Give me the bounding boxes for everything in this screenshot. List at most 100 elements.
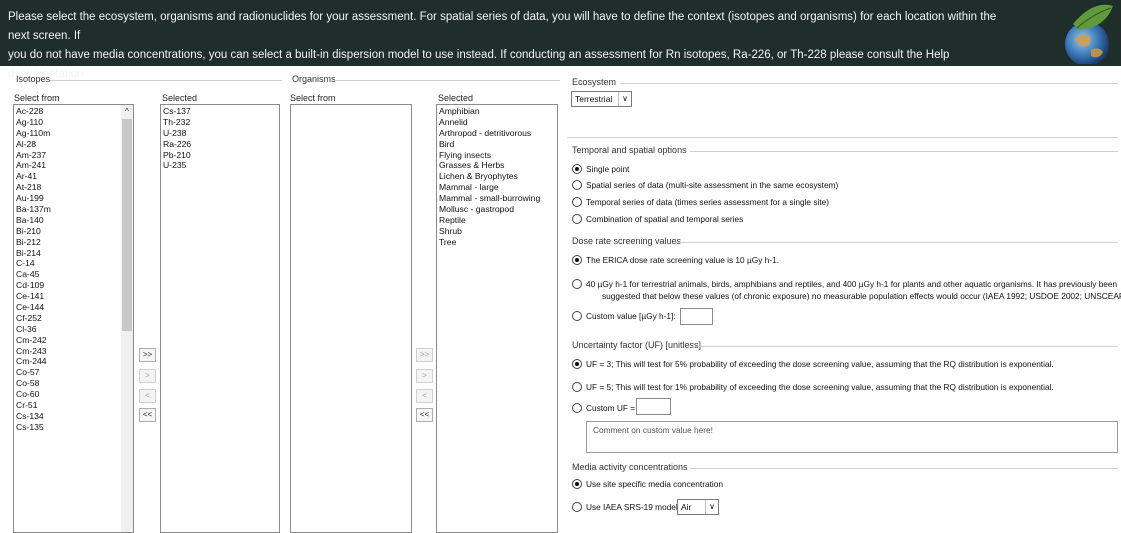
isotope-list-item[interactable]: Au-199 (16, 193, 131, 204)
temporal-group-line (690, 151, 1118, 152)
selected-isotope-item[interactable]: U-235 (163, 160, 277, 171)
isotopes-add-button[interactable]: > (139, 369, 156, 383)
custom-uf-input[interactable] (636, 398, 671, 415)
dose-group-line (675, 242, 1118, 243)
isotopes-available-scrollbar[interactable]: ^ (121, 105, 133, 532)
custom-uf-radio[interactable] (572, 403, 582, 413)
isotopes-selected-list[interactable]: Cs-137 Th-232 U-238 Ra-226 Pb-210 U-235 (160, 104, 280, 533)
instruction-banner: Please select the ecosystem, organisms a… (0, 0, 1121, 80)
isotope-list-item[interactable]: Am-241 (16, 160, 131, 171)
uncertainty-group-title: Uncertainty factor (UF) [unitless] (570, 340, 704, 350)
media-iaea-model-radio[interactable] (572, 502, 582, 512)
selected-isotope-item[interactable]: Ra-226 (163, 139, 277, 150)
ecosystem-select-value: Terrestrial (575, 94, 613, 104)
organisms-selected-label: Selected (438, 93, 474, 103)
dose-erica-radio[interactable] (572, 255, 582, 265)
selected-isotope-item[interactable]: Cs-137 (163, 106, 277, 117)
isotope-list-item[interactable]: Cm-242 (16, 335, 131, 346)
uf-comment-textarea[interactable]: Comment on custom value here! (586, 421, 1118, 453)
temporal-option-label: Combination of spatial and temporal seri… (586, 214, 744, 224)
selected-organism-item[interactable]: Grasses & Herbs (439, 160, 555, 171)
selected-organism-item[interactable]: Tree (439, 237, 555, 248)
scrollbar-thumb[interactable] (122, 119, 132, 331)
isotopes-group-line (50, 80, 282, 81)
isotope-list-item[interactable]: Ce-141 (16, 291, 131, 302)
isotope-list-item[interactable]: Bi-212 (16, 237, 131, 248)
isotope-list-item[interactable]: Co-57 (16, 367, 131, 378)
selected-organism-item[interactable]: Mollusc - gastropod (439, 204, 555, 215)
uf3-radio[interactable] (572, 359, 582, 369)
isotopes-remove-all-button[interactable]: << (139, 408, 156, 422)
selected-organism-item[interactable]: Reptile (439, 215, 555, 226)
media-model-select-value: Air (681, 502, 692, 512)
organisms-add-all-button[interactable]: >> (416, 348, 433, 362)
isotope-list-item[interactable]: Cm-243 (16, 346, 131, 357)
media-site-specific-radio[interactable] (572, 479, 582, 489)
temporal-temporal-series-radio[interactable] (572, 197, 582, 207)
isotopes-available-list[interactable]: Ac-228 Ag-110 Ag-110m Al-28 Am-237 Am-241 Ar-4… (13, 104, 134, 533)
dose-custom-radio[interactable] (572, 311, 582, 321)
organisms-available-list[interactable] (290, 104, 412, 533)
ecosystem-select[interactable]: Terrestrial ∨ (571, 91, 632, 107)
selected-organism-item[interactable]: Lichen & Bryophytes (439, 171, 555, 182)
selected-organism-item[interactable]: Annelid (439, 117, 555, 128)
isotope-list-item[interactable]: Ca-45 (16, 269, 131, 280)
isotope-list-item[interactable]: Bi-214 (16, 248, 131, 259)
isotope-list-item[interactable]: Cm-244 (16, 356, 131, 367)
selected-organism-item[interactable]: Shrub (439, 226, 555, 237)
isotope-list-item[interactable]: Cl-36 (16, 324, 131, 335)
isotopes-remove-button[interactable]: < (139, 389, 156, 403)
isotope-list-item[interactable]: Al-28 (16, 139, 131, 150)
organisms-selected-list[interactable]: Amphibian Annelid Arthropod - detritivorou… (436, 104, 558, 533)
organisms-remove-all-button[interactable]: << (416, 408, 433, 422)
temporal-group-title: Temporal and spatial options (570, 145, 689, 155)
organisms-group-line (334, 80, 560, 81)
isotope-list-item[interactable]: Am-237 (16, 150, 131, 161)
temporal-spatial-series-radio[interactable] (572, 180, 582, 190)
selected-isotope-item[interactable]: Pb-210 (163, 150, 277, 161)
dose-custom-value-input[interactable] (680, 308, 713, 325)
isotope-list-item[interactable]: Cs-134 (16, 411, 131, 422)
dose-group-title: Dose rate screening values (570, 236, 684, 246)
isotope-list-item[interactable]: Cr-51 (16, 400, 131, 411)
isotopes-add-all-button[interactable]: >> (139, 348, 156, 362)
isotope-list-item[interactable]: Ag-110m (16, 128, 131, 139)
temporal-single-point-radio[interactable] (572, 164, 582, 174)
media-model-select[interactable]: Air ∨ (677, 499, 719, 515)
selected-organism-item[interactable]: Bird (439, 139, 555, 150)
organisms-add-button[interactable]: > (416, 369, 433, 383)
isotope-list-item[interactable]: Ac-228 (16, 106, 131, 117)
selected-organism-item[interactable]: Mammal - small-burrowing (439, 193, 555, 204)
isotope-list-item[interactable]: At-218 (16, 182, 131, 193)
media-group-title: Media activity concentrations (570, 462, 690, 472)
selected-organism-item[interactable]: Flying insects (439, 150, 555, 161)
dose-iaea-radio[interactable] (572, 279, 582, 289)
isotope-list-item[interactable]: Co-58 (16, 378, 131, 389)
selected-organism-item[interactable]: Arthropod - detritivorous (439, 128, 555, 139)
selected-organism-item[interactable]: Mammal - large (439, 182, 555, 193)
isotope-list-item[interactable]: Ba-140 (16, 215, 131, 226)
isotope-list-item[interactable]: Ce-144 (16, 302, 131, 313)
isotope-list-item[interactable]: Ag-110 (16, 117, 131, 128)
isotope-list-item[interactable]: C-14 (16, 258, 131, 269)
isotope-list-item[interactable]: Ba-137m (16, 204, 131, 215)
selected-isotope-item[interactable]: Th-232 (163, 117, 277, 128)
uf5-radio[interactable] (572, 382, 582, 392)
ecosystem-group-bottom (567, 137, 1118, 138)
chevron-down-icon[interactable]: ∨ (618, 92, 631, 106)
isotope-list-item[interactable]: Cs-135 (16, 422, 131, 433)
selected-isotope-item[interactable]: U-238 (163, 128, 277, 139)
organisms-remove-button[interactable]: < (416, 389, 433, 403)
isotope-list-item[interactable]: Ar-41 (16, 171, 131, 182)
banner-text: Please select the ecosystem, organisms a… (8, 8, 1008, 84)
isotope-list-item[interactable]: Co-60 (16, 389, 131, 400)
scroll-up-icon[interactable]: ^ (121, 106, 133, 118)
chevron-down-icon[interactable]: ∨ (705, 500, 718, 514)
isotope-list-item[interactable]: Cf-252 (16, 313, 131, 324)
temporal-combination-radio[interactable] (572, 214, 582, 224)
uf3-label: UF = 3; This will test for 5% probabilit… (586, 359, 1054, 369)
dose-erica-label: The ERICA dose rate screening value is 1… (586, 255, 779, 265)
isotope-list-item[interactable]: Cd-109 (16, 280, 131, 291)
isotope-list-item[interactable]: Bi-210 (16, 226, 131, 237)
selected-organism-item[interactable]: Amphibian (439, 106, 555, 117)
